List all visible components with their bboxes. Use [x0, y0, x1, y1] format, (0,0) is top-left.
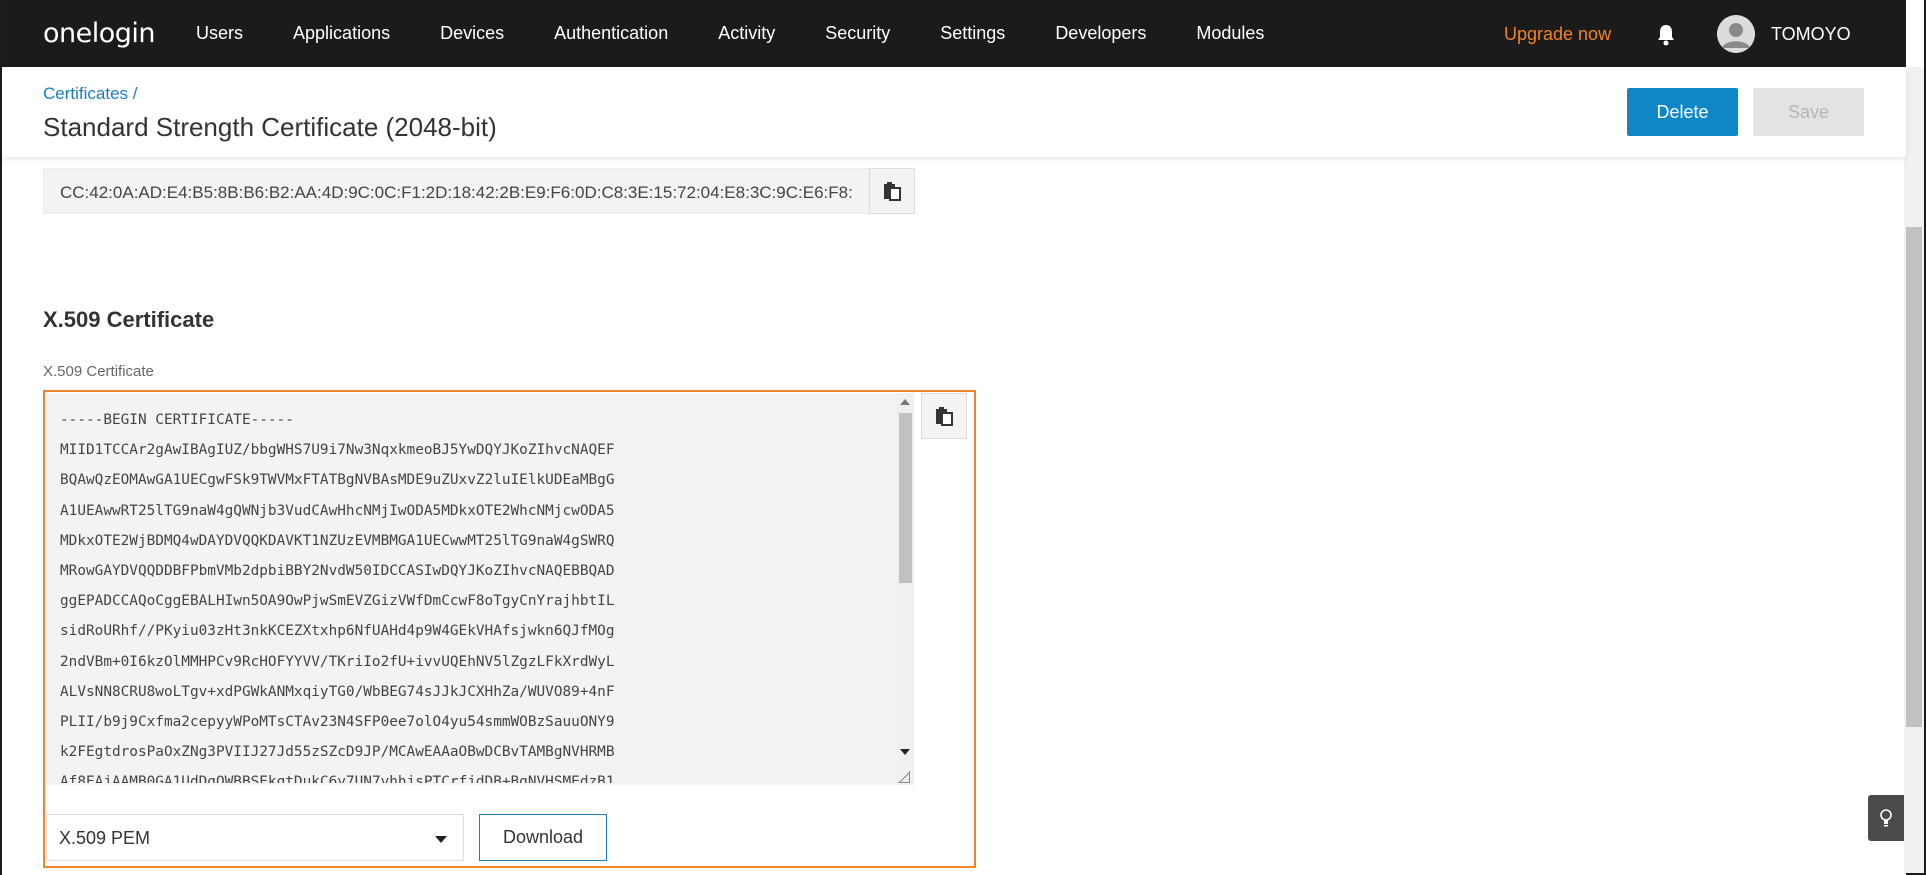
- cert-line: MIID1TCCAr2gAwIBAgIUZ/bbgWHS7U9i7Nw3Nqxk…: [60, 442, 615, 459]
- cert-line: BQAwQzEOMAwGA1UECgwFSk9TWVMxFTATBgNVBAsM…: [60, 472, 615, 489]
- nav-item-activity[interactable]: Activity: [718, 23, 775, 44]
- lightbulb-help-button[interactable]: [1868, 795, 1904, 841]
- format-selected-value: X.509 PEM: [59, 828, 151, 848]
- top-navigation: onelogin Users Applications Devices Auth…: [2, 0, 1906, 67]
- page-scrollbar-thumb[interactable]: [1906, 227, 1922, 727]
- nav-item-authentication[interactable]: Authentication: [554, 23, 668, 44]
- fingerprint-field[interactable]: CC:42:0A:AD:E4:B5:8B:B6:B2:AA:4D:9C:0C:F…: [43, 168, 870, 214]
- upgrade-now-link[interactable]: Upgrade now: [1504, 24, 1611, 45]
- bell-icon[interactable]: [1656, 24, 1676, 46]
- clipboard-icon: [884, 182, 901, 201]
- lightbulb-icon: [1880, 809, 1892, 827]
- nav-menu: Users Applications Devices Authenticatio…: [196, 23, 1314, 44]
- cert-line: ggEPADCCAQoCggEBALHIwn5OA9OwPjwSmEVZGizV…: [60, 593, 615, 610]
- page-scrollbar[interactable]: [1904, 67, 1924, 873]
- nav-item-developers[interactable]: Developers: [1055, 23, 1146, 44]
- cert-line: sidRoURhf//PKyiu03zHt3nkKCEZXtxhp6NfUAHd…: [60, 623, 615, 640]
- page-header: Certificates / Standard Strength Certifi…: [2, 67, 1906, 157]
- certificate-textarea[interactable]: -----BEGIN CERTIFICATE----- MIID1TCCAr2gA…: [46, 393, 914, 785]
- nav-item-settings[interactable]: Settings: [940, 23, 1005, 44]
- breadcrumb-certificates[interactable]: Certificates /: [43, 84, 137, 104]
- nav-item-security[interactable]: Security: [825, 23, 890, 44]
- delete-button[interactable]: Delete: [1627, 88, 1738, 136]
- cert-line: MRowGAYDVQQDDBFPbmVMb2dpbiBBY2NvdW50IDCC…: [60, 563, 615, 580]
- cert-line: 2ndVBm+0I6kzOlMMHPCv9RcHOFYYVV/TKriIo2fU…: [60, 653, 615, 670]
- nav-item-users[interactable]: Users: [196, 23, 243, 44]
- scrollbar-thumb[interactable]: [899, 413, 912, 583]
- username[interactable]: TOMOYO: [1771, 24, 1851, 45]
- cert-line: k2FEgtdrosPaOxZNg3PVIIJ27Jd55zSZcD9JP/MC…: [60, 744, 615, 761]
- save-button[interactable]: Save: [1753, 88, 1864, 136]
- download-button[interactable]: Download: [479, 814, 607, 861]
- cert-line: PLII/b9j9Cxfma2cepyyWPoMTsCTAv23N4SFP0ee…: [60, 714, 615, 731]
- resize-grip-icon[interactable]: [898, 771, 910, 783]
- nav-item-devices[interactable]: Devices: [440, 23, 504, 44]
- chevron-down-icon: [435, 836, 447, 843]
- nav-item-applications[interactable]: Applications: [293, 23, 390, 44]
- x509-field-label: X.509 Certificate: [43, 363, 154, 380]
- cert-line: -----BEGIN CERTIFICATE-----: [60, 412, 294, 428]
- x509-certificate-panel: -----BEGIN CERTIFICATE----- MIID1TCCAr2gA…: [43, 390, 976, 868]
- onelogin-logo[interactable]: onelogin: [43, 18, 156, 49]
- certificate-text[interactable]: -----BEGIN CERTIFICATE----- MIID1TCCAr2gA…: [60, 405, 890, 783]
- copy-fingerprint-button[interactable]: [869, 168, 915, 214]
- page-title: Standard Strength Certificate (2048-bit): [43, 112, 497, 142]
- cert-line: Af8EAjAAMB0GA1UdDgQWBBSEkqtDukC6y7UN7vhh…: [60, 774, 615, 783]
- textarea-scrollbar[interactable]: [896, 393, 914, 785]
- cert-line: A1UEAwwRT25lTG9naW4gQWNjb3VudCAwHhcNMjIw…: [60, 502, 615, 519]
- certificate-format-select[interactable]: X.509 PEM: [46, 814, 464, 861]
- x509-section-title: X.509 Certificate: [43, 307, 215, 332]
- cert-line: MDkxOTE2WjBDMQ4wDAYDVQQKDAVKT1NZUzEVMBMG…: [60, 532, 615, 549]
- cert-line: ALVsNN8CRU8woLTgv+xdPGWkANMxqiyTG0/WbBEG…: [60, 683, 615, 700]
- scroll-up-icon[interactable]: [900, 399, 910, 405]
- clipboard-icon: [936, 407, 953, 426]
- scroll-down-icon[interactable]: [900, 749, 910, 755]
- copy-certificate-button[interactable]: [921, 393, 967, 439]
- main-content: CC:42:0A:AD:E4:B5:8B:B6:B2:AA:4D:9C:0C:F…: [2, 157, 1906, 875]
- nav-item-modules[interactable]: Modules: [1196, 23, 1264, 44]
- avatar-icon[interactable]: [1717, 15, 1755, 53]
